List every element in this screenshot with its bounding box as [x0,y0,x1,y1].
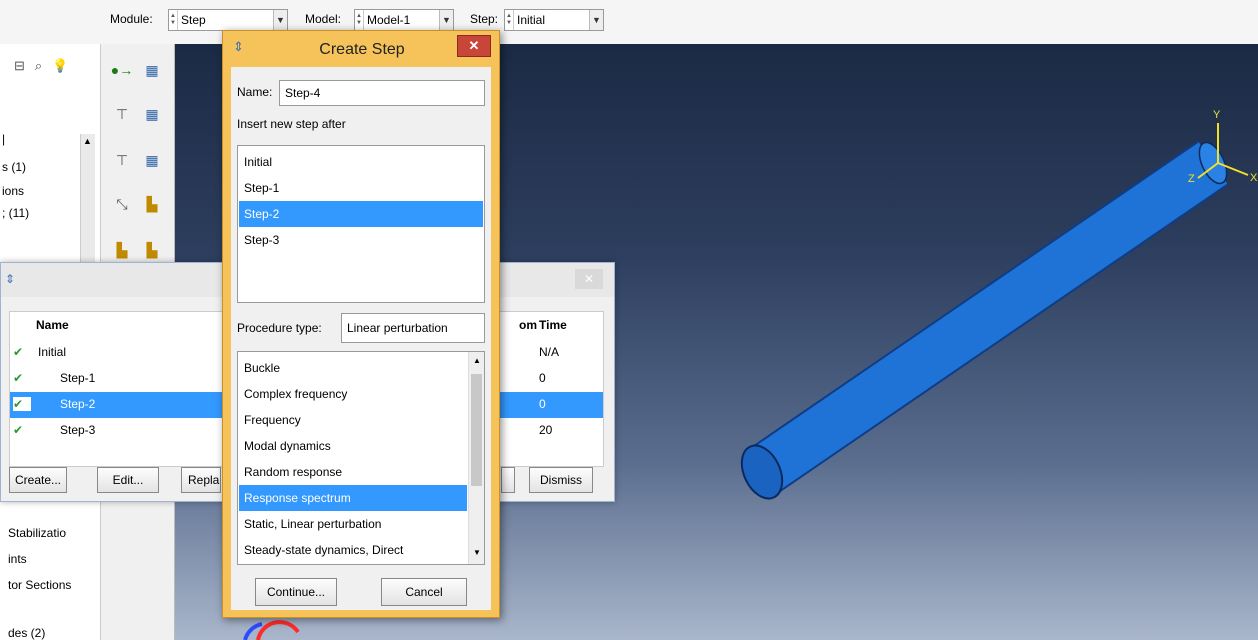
check-icon: ✔ [13,345,24,359]
output-manager-icon[interactable]: ▦ [139,102,165,126]
window-icon: ⇕ [5,272,16,286]
step-list[interactable]: Initial Step-1 Step-2 Step-3 [237,145,485,303]
list-item[interactable]: Step-1 [239,175,483,201]
replace-button[interactable]: Repla [181,467,221,493]
step-create-icon[interactable]: ●→ [109,58,135,82]
row-name: Initial [38,345,67,359]
tree-item-mark: | [2,132,6,146]
list-item[interactable]: Frequency [239,407,467,433]
axis-x-label: X [1250,172,1258,184]
field-icon[interactable]: ▙ [139,192,165,216]
pipe-body [747,142,1228,493]
step-manager-icon[interactable]: ▦ [139,58,165,82]
button-edge[interactable] [501,467,515,493]
module-combo[interactable]: ▲ ▼ Step ▼ [168,9,288,31]
list-item[interactable]: Modal dynamics [239,433,467,459]
model-combo[interactable]: ▲ ▼ Model-1 ▼ [354,9,454,31]
controls-icon[interactable]: ▙ [109,238,135,262]
spin-icon: ▲ ▼ [355,10,364,30]
check-icon: ✔ [13,371,24,385]
lightbulb-icon[interactable]: 💡 [52,58,68,74]
view-triad-icon [256,620,300,640]
name-field[interactable]: Step-4 [279,80,485,106]
close-icon[interactable]: ✕ [575,269,603,289]
spin-icon: ▲ ▼ [505,10,514,30]
list-item[interactable]: Random response [239,459,467,485]
list-item[interactable]: Static, Linear perturbation [239,511,467,537]
procedure-list[interactable]: Buckle Complex frequency Frequency Modal… [237,351,485,565]
filter-icon[interactable]: ⌕ [35,58,42,74]
row-time: 20 [539,423,553,437]
row-time: 0 [539,397,546,411]
history-output-icon[interactable]: ⊤ [109,148,135,172]
module-toolbar: Module: ▲ ▼ Step ▼ Model: ▲ ▼ Model-1 ▼ St… [0,0,1258,44]
list-item[interactable]: Buckle [239,355,467,381]
tree-icon[interactable]: ⊟ [14,58,25,74]
create-button[interactable]: Create... [9,467,67,493]
axis-y-label: Y [1213,109,1221,121]
continue-button[interactable]: Continue... [255,578,337,606]
procedure-type-label: Procedure type: [237,321,322,335]
list-item[interactable]: Initial [239,149,483,175]
history-manager-icon[interactable]: ▦ [139,148,165,172]
procedure-type-value: Linear perturbation [347,321,448,335]
list-item[interactable]: Steady-state dynamics, Direct [239,537,467,563]
tree-item[interactable]: ions [2,184,24,198]
list-item[interactable]: Step-2 [239,201,483,227]
list-item[interactable]: Step-3 [239,227,483,253]
procedure-scrollbar[interactable]: ▲ ▼ [468,352,484,564]
output-request-icon[interactable]: ⊤ [109,102,135,126]
row-time: N/A [539,345,560,359]
chevron-up-icon[interactable]: ▲ [473,356,481,365]
name-value: Step-4 [285,86,321,100]
step-combo[interactable]: ▲ ▼ Initial ▼ [504,9,604,31]
check-icon: ✔ [13,397,31,411]
step-label: Step: [470,12,499,26]
module-label: Module: [110,12,153,26]
chevron-down-icon[interactable]: ▼ [439,10,453,30]
edit-button[interactable]: Edit... [97,467,159,493]
tree-item[interactable]: Stabilizatio [8,526,66,540]
column-header[interactable]: Time [539,318,567,332]
tree-toolbar: ⊟ ⌕ 💡 [14,58,68,74]
chevron-down-icon[interactable]: ▼ [589,10,603,30]
tree-item[interactable]: s (1) [2,160,26,174]
model-label: Model: [305,12,342,26]
create-step-dialog: ⇕ Create Step ✕ Name: Step-4 Insert new … [222,30,500,618]
module-value: Step [181,13,206,27]
model-value: Model-1 [367,13,411,27]
list-item[interactable]: Complex frequency [239,381,467,407]
axis-z-label: Z [1188,173,1195,185]
row-name: Step-2 [60,397,96,411]
name-label: Name: [237,85,273,99]
scrollbar-thumb[interactable] [471,374,482,486]
procedure-type-combo[interactable]: Linear perturbation [341,313,485,343]
insert-after-label: Insert new step after [237,117,346,131]
row-name: Step-3 [60,423,96,437]
column-header[interactable]: om [519,318,537,332]
tree-item[interactable]: tor Sections [8,578,71,592]
tree-item[interactable]: ; (11) [2,206,29,220]
check-icon: ✔ [13,423,24,437]
step-value: Initial [517,13,546,27]
row-time: 0 [539,371,546,385]
create-step-body: Name: Step-4 Insert new step after Initi… [231,67,491,610]
dismiss-button[interactable]: Dismiss [529,467,593,493]
chevron-up-icon[interactable]: ▲ [83,136,92,146]
list-item[interactable]: Response spectrum [239,485,467,511]
column-header[interactable]: Name [36,318,69,332]
cancel-button[interactable]: Cancel [381,578,467,606]
tree-item[interactable]: ints [8,552,27,566]
adaptive-icon[interactable]: ⤡ [109,192,135,216]
chevron-down-icon[interactable]: ▼ [473,548,481,557]
spin-icon: ▲ ▼ [169,10,178,30]
row-name: Step-1 [60,371,96,385]
close-icon[interactable]: ✕ [457,35,491,57]
chevron-down-icon[interactable]: ▼ [273,10,287,30]
tree-item[interactable]: des (2) [8,626,45,640]
stabilization-icon[interactable]: ▙ [139,238,165,262]
